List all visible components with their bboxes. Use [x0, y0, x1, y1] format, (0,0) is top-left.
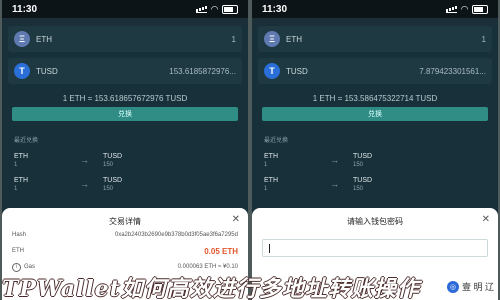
close-icon[interactable]: ✕ [482, 214, 490, 225]
trade-from-value: 1 [264, 185, 268, 192]
trade-from-symbol: ETH [264, 176, 278, 184]
arrow-right-icon: → [330, 155, 339, 165]
trade-row[interactable]: ETH 1 → TUSD 150 [252, 148, 498, 172]
recent-trades-title: 最近兑换 [14, 138, 39, 144]
trade-from-value: 1 [14, 185, 18, 192]
headline-overlay: TPWallet如何高效进行多地址转账操作 [2, 276, 420, 299]
eth-icon: Ξ [264, 31, 280, 47]
phone-screen-right: 11:30 ◠ Ξ ETH 1 T TUSD 7.879423301561...… [252, 0, 498, 300]
exchange-rate: 1 ETH = 153.618657672976 TUSD [62, 94, 188, 103]
trade-to-value: 150 [103, 185, 114, 192]
trade-to-value: 150 [353, 185, 364, 192]
trade-row[interactable]: ETH 1 → TUSD 150 [2, 172, 248, 196]
tusd-icon: T [264, 63, 280, 79]
exchange-button[interactable]: 兑换 [12, 107, 238, 121]
detail-value: 0.000063 ETH ≈ ¥0.10 [177, 264, 238, 270]
token-amount: 7.879423301561... [419, 66, 486, 76]
trade-from-value: 1 [264, 161, 268, 168]
battery-icon [472, 4, 488, 14]
trade-row[interactable]: ETH 1 → TUSD 150 [252, 172, 498, 196]
arrow-right-icon: → [80, 179, 89, 189]
token-row-to[interactable]: T TUSD 153.6185872976... [8, 58, 242, 84]
trade-to-symbol: TUSD [353, 176, 373, 184]
trade-from-symbol: ETH [264, 152, 278, 160]
wifi-icon: ◠ [211, 3, 218, 14]
token-symbol: ETH [36, 34, 52, 44]
status-time: 11:30 [262, 3, 288, 15]
trade-from-value: 1 [14, 161, 18, 168]
detail-row-amount: ETH 0.05 ETH [2, 243, 248, 259]
battery-icon [222, 4, 238, 14]
trade-to-value: 150 [103, 161, 114, 168]
token-row-to[interactable]: T TUSD 7.879423301561... [258, 58, 492, 84]
status-time: 11:30 [12, 3, 38, 15]
token-row-from[interactable]: Ξ ETH 1 [8, 26, 242, 52]
detail-value[interactable]: 0xa2b2403b2690e9b378b0d3f05ae3f6a7295d [115, 232, 238, 238]
detail-label: Hash [12, 232, 27, 238]
sheet-title: 请输入钱包密码 [347, 217, 403, 226]
eth-icon: Ξ [14, 31, 30, 47]
arrow-right-icon: → [80, 155, 89, 165]
detail-label: ETH [12, 248, 24, 254]
trade-to-symbol: TUSD [103, 176, 123, 184]
wifi-icon: ◠ [461, 3, 468, 14]
trade-from-symbol: ETH [14, 176, 28, 184]
signal-icon [196, 5, 208, 13]
phone-screen-left: 11:30 ◠ Ξ ETH 1 T TUSD 153.6185872976...… [2, 0, 248, 300]
trade-row[interactable]: ETH 1 → TUSD 150 [2, 148, 248, 172]
arrow-right-icon: → [330, 179, 339, 189]
status-bar: 11:30 ◠ [252, 0, 498, 18]
detail-row-hash: Hash 0xa2b2403b2690e9b378b0d3f05ae3f6a72… [2, 227, 248, 243]
status-bar: 11:30 ◠ [2, 0, 248, 18]
token-symbol: TUSD [36, 66, 58, 76]
token-amount: 1 [231, 34, 236, 44]
status-icons: ◠ [446, 4, 488, 15]
tusd-icon: T [14, 63, 30, 79]
token-amount: 1 [481, 34, 486, 44]
signal-icon [446, 5, 458, 13]
detail-amount-value: 0.05 ETH [204, 246, 238, 256]
wallet-password-input[interactable] [263, 243, 487, 260]
trade-from-symbol: ETH [14, 152, 28, 160]
trade-to-symbol: TUSD [103, 152, 123, 160]
trade-to-value: 150 [353, 161, 364, 168]
recent-trades-title: 最近兑换 [264, 138, 289, 144]
trade-to-symbol: TUSD [353, 152, 373, 160]
exchange-button[interactable]: 兑换 [262, 107, 488, 121]
token-symbol: ETH [286, 34, 302, 44]
sheet-title: 交易详情 [109, 217, 141, 226]
close-icon[interactable]: ✕ [232, 214, 240, 225]
exchange-rate: 1 ETH = 153.586475322714 TUSD [312, 94, 438, 103]
wallet-password-input-box[interactable] [262, 239, 488, 260]
token-symbol: TUSD [286, 66, 308, 76]
token-row-from[interactable]: Ξ ETH 1 [258, 26, 492, 52]
status-icons: ◠ [196, 4, 238, 15]
token-amount: 153.6185872976... [169, 66, 236, 76]
text-cursor [269, 244, 270, 253]
